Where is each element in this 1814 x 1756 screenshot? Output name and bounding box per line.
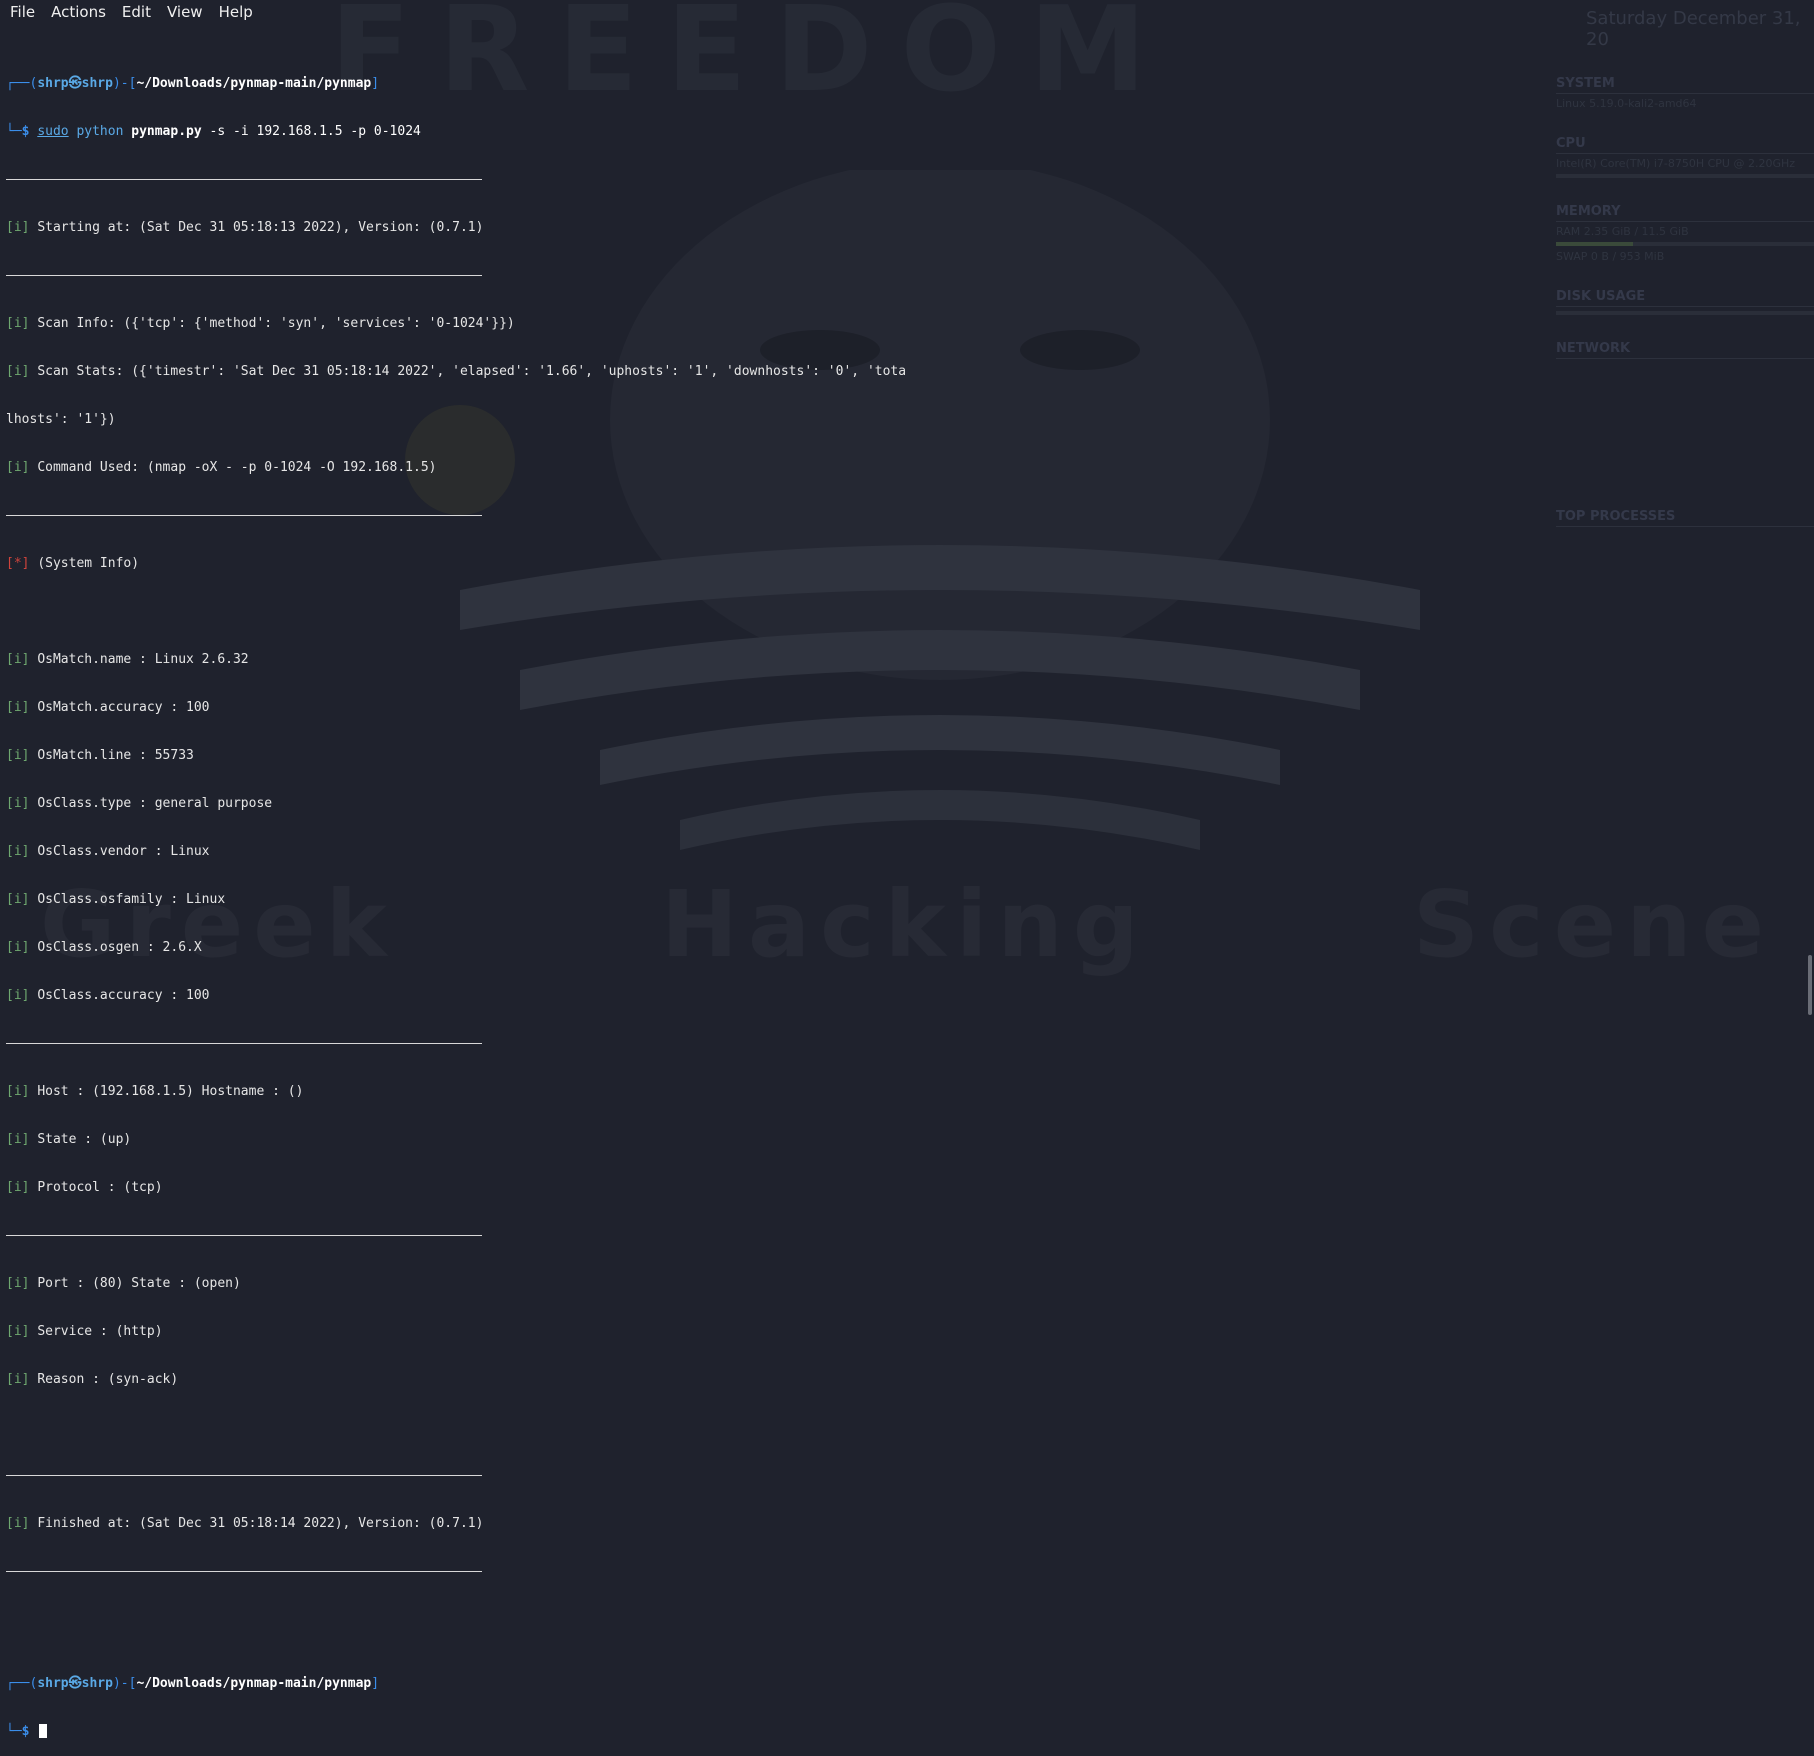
os-line: [i] OsClass.osfamily : Linux bbox=[6, 892, 226, 907]
separator bbox=[6, 515, 482, 516]
text-cursor bbox=[39, 1724, 48, 1738]
separator bbox=[6, 179, 482, 180]
os-line: [i] OsClass.type : general purpose bbox=[6, 796, 273, 811]
menu-help[interactable]: Help bbox=[219, 3, 253, 21]
output-line: lhosts': '1'}) bbox=[6, 412, 116, 427]
os-line: [i] OsMatch.line : 55733 bbox=[6, 748, 194, 763]
os-line: [i] OsClass.accuracy : 100 bbox=[6, 988, 210, 1003]
terminal-output[interactable]: ┌──(shrp㉿shrp)-[~/Downloads/pynmap-main/… bbox=[6, 28, 1796, 1756]
host-line: [i] State : (up) bbox=[6, 1132, 132, 1147]
output-line: [i] Scan Info: ({'tcp': {'method': 'syn'… bbox=[6, 316, 515, 331]
output-line: [i] Scan Stats: ({'timestr': 'Sat Dec 31… bbox=[6, 364, 907, 379]
output-line: [i] Finished at: (Sat Dec 31 05:18:14 20… bbox=[6, 1516, 484, 1531]
host-line: [i] Protocol : (tcp) bbox=[6, 1180, 163, 1195]
menu-edit[interactable]: Edit bbox=[122, 3, 151, 21]
host-line: [i] Host : (192.168.1.5) Hostname : () bbox=[6, 1084, 304, 1099]
port-line: [i] Reason : (syn-ack) bbox=[6, 1372, 179, 1387]
terminal-menubar: File Actions Edit View Help bbox=[0, 0, 1814, 24]
separator bbox=[6, 1235, 482, 1236]
menu-file[interactable]: File bbox=[10, 3, 35, 21]
separator bbox=[6, 1043, 482, 1044]
output-line: [i] Starting at: (Sat Dec 31 05:18:13 20… bbox=[6, 220, 484, 235]
command-line: └─$ sudo python pynmap.py -s -i 192.168.… bbox=[6, 124, 421, 139]
terminal-scrollbar[interactable] bbox=[1808, 955, 1812, 1015]
os-line: [i] OsClass.vendor : Linux bbox=[6, 844, 210, 859]
menu-actions[interactable]: Actions bbox=[51, 3, 106, 21]
separator bbox=[6, 275, 482, 276]
menu-view[interactable]: View bbox=[167, 3, 203, 21]
prompt-line: ┌──(shrp㉿shrp)-[~/Downloads/pynmap-main/… bbox=[6, 1676, 380, 1691]
input-line[interactable]: └─$ bbox=[6, 1724, 1796, 1740]
command-sudo: sudo bbox=[37, 124, 69, 139]
separator bbox=[6, 1475, 482, 1476]
separator bbox=[6, 1571, 482, 1572]
os-line: [i] OsMatch.name : Linux 2.6.32 bbox=[6, 652, 249, 667]
port-line: [i] Port : (80) State : (open) bbox=[6, 1276, 241, 1291]
port-line: [i] Service : (http) bbox=[6, 1324, 163, 1339]
prompt-line: ┌──(shrp㉿shrp)-[~/Downloads/pynmap-main/… bbox=[6, 76, 380, 91]
os-line: [i] OsMatch.accuracy : 100 bbox=[6, 700, 210, 715]
output-line: [*] (System Info) bbox=[6, 556, 140, 571]
os-line: [i] OsClass.osgen : 2.6.X bbox=[6, 940, 202, 955]
output-line: [i] Command Used: (nmap -oX - -p 0-1024 … bbox=[6, 460, 437, 475]
